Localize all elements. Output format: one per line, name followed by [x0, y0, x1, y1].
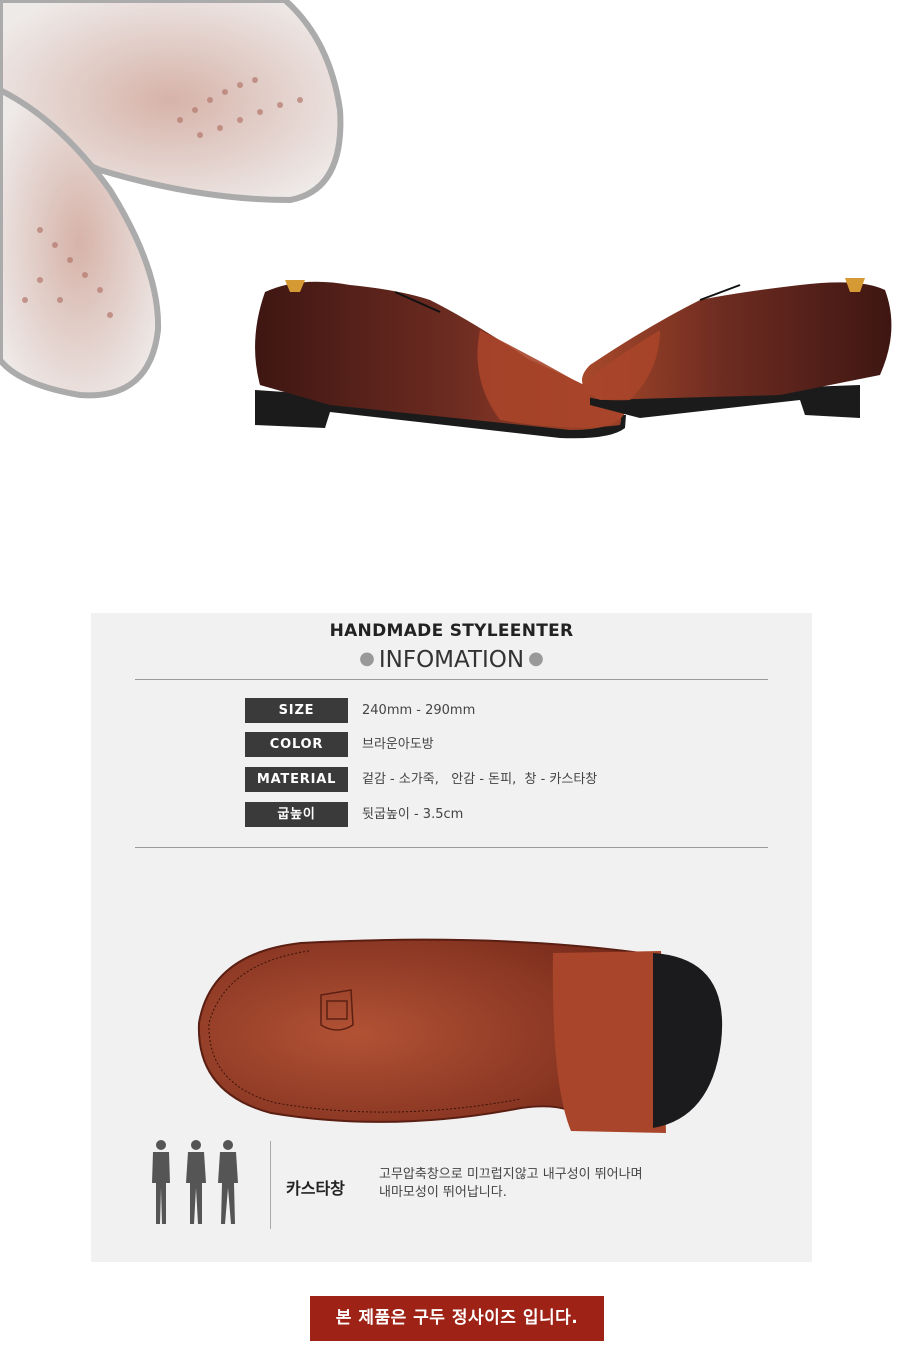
bullet-dot-icon: ● — [528, 648, 544, 669]
section-title-text: INFOMATION — [378, 647, 525, 673]
size-notice-banner: 본 제품은 구두 정사이즈 입니다. — [310, 1296, 604, 1341]
sole-type-name: 카스타창 — [286, 1179, 345, 1198]
spec-label: MATERIAL — [245, 767, 348, 792]
spec-row-material: MATERIAL 겉감 - 소가죽, 안감 - 돈피, 창 - 카스타창 — [245, 767, 695, 792]
vertical-divider — [270, 1141, 271, 1229]
divider-top — [135, 679, 768, 680]
spec-label: 굽높이 — [245, 802, 348, 827]
person-silhouettes-icon — [146, 1138, 246, 1228]
spec-row-size: SIZE 240mm - 290mm — [245, 698, 695, 723]
spec-value: 브라운아도방 — [362, 737, 434, 752]
hero-product-image — [0, 0, 900, 560]
spec-value: 240mm - 290mm — [362, 703, 476, 718]
sole-description: 고무압축창으로 미끄럽지않고 내구성이 뛰어나며 내마모성이 뛰어납니다. — [379, 1166, 709, 1202]
shoe-right — [575, 278, 892, 418]
bullet-dot-icon: ● — [359, 648, 375, 669]
spec-value: 겉감 - 소가죽, 안감 - 돈피, 창 - 카스타창 — [362, 772, 598, 787]
section-title: ● INFOMATION ● — [91, 647, 812, 673]
sole-image — [191, 933, 731, 1143]
sole-description-line-2: 내마모성이 뛰어납니다. — [379, 1185, 507, 1200]
spec-label: SIZE — [245, 698, 348, 723]
spec-value: 뒷굽높이 - 3.5cm — [362, 807, 464, 822]
shoe-left — [255, 280, 626, 439]
spec-label: COLOR — [245, 732, 348, 757]
spec-row-color: COLOR 브라운아도방 — [245, 732, 695, 757]
divider-bottom — [135, 847, 768, 848]
spec-row-heel-height: 굽높이 뒷굽높이 - 3.5cm — [245, 802, 695, 827]
info-panel: HANDMADE STYLEENTER ● INFOMATION ● SIZE 24… — [91, 613, 812, 1262]
brand-title: HANDMADE STYLEENTER — [329, 621, 574, 641]
sole-description-line-1: 고무압축창으로 미끄럽지않고 내구성이 뛰어나며 — [379, 1167, 643, 1182]
